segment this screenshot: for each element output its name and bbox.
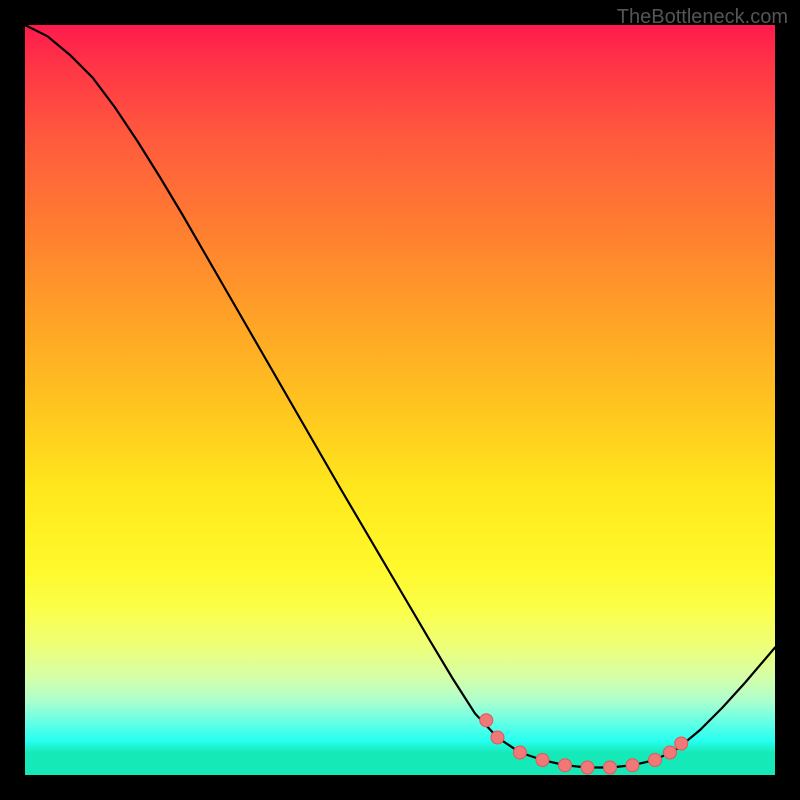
marker-dots [480, 714, 688, 774]
marker-dot [649, 754, 662, 767]
marker-dot [626, 759, 639, 772]
marker-dot [664, 746, 677, 759]
marker-dot [536, 754, 549, 767]
watermark-text: TheBottleneck.com [617, 6, 788, 29]
marker-dot [581, 761, 594, 774]
chart-svg [25, 25, 775, 775]
plot-area [25, 25, 775, 775]
curve-line [25, 25, 775, 768]
marker-dot [604, 761, 617, 774]
marker-dot [514, 746, 527, 759]
marker-dot [559, 759, 572, 772]
marker-dot [491, 731, 504, 744]
marker-dot [675, 737, 688, 750]
marker-dot [480, 714, 493, 727]
